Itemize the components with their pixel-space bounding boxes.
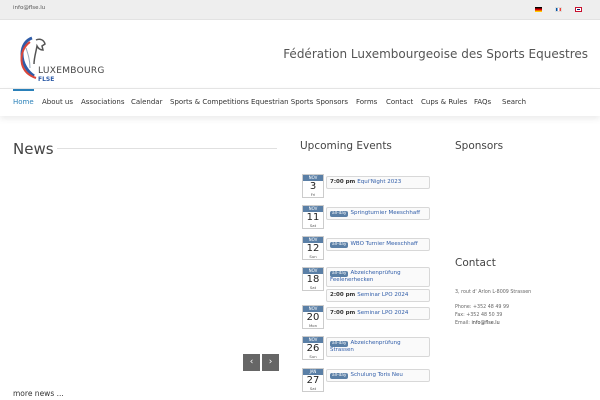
event-item[interactable]: 7:00 pm Seminar LPO 2024 <box>326 307 430 320</box>
nav-item-faqs[interactable]: FAQs <box>474 98 491 106</box>
sponsors-heading: Sponsors <box>455 140 504 152</box>
site-logo[interactable]: LUXEMBOURG FLSE <box>12 34 107 94</box>
active-nav-indicator <box>13 89 34 91</box>
nav-item-search[interactable]: Search <box>502 98 526 106</box>
date-weekday: Sat <box>309 386 317 391</box>
event-item[interactable]: all-day WBO Turnier Meeschhaff <box>326 238 430 251</box>
event-title: Seminar LPO 2024 <box>357 292 409 298</box>
date-badge: NOV 26 Sun <box>302 336 324 360</box>
date-weekday: Mon <box>308 323 317 328</box>
date-weekday: Sat <box>309 285 317 290</box>
event-title: Schulung Toris Neu <box>350 372 403 378</box>
contact-address: 3, rout d' Arlon L-8009 Strassen <box>455 290 532 295</box>
event-title: WBO Turnier Meeschhaff <box>350 241 418 247</box>
event-title: Springturnier Meeschhaff <box>350 210 420 216</box>
nav-item-home[interactable]: Home <box>13 98 34 106</box>
news-slider-controls: ‹ › <box>243 354 279 371</box>
date-badge: JAN 27 Sat <box>302 368 324 392</box>
date-day: 18 <box>306 274 320 285</box>
top-bar: info@flse.lu <box>0 0 600 20</box>
logo-line-1: LUXEMBOURG <box>38 66 105 76</box>
news-heading: News <box>13 140 54 158</box>
event-item[interactable]: all-day Schulung Toris Neu <box>326 369 430 382</box>
nav-item-associations[interactable]: Associations <box>81 98 125 106</box>
french-flag-icon[interactable] <box>555 7 562 12</box>
nav-item-cups-rules[interactable]: Cups & Rules <box>421 98 467 106</box>
event-item[interactable]: all-day Abzeichenprüfung Feelenerhecken <box>326 267 430 287</box>
event-title: Seminar LPO 2024 <box>357 310 409 316</box>
date-badge: NOV 11 Sat <box>302 205 324 229</box>
date-weekday: Sun <box>309 254 317 259</box>
contact-phone: Phone: +352 48 49 99 <box>455 305 510 310</box>
all-day-badge: all-day <box>330 373 349 379</box>
date-day: 3 <box>309 181 317 192</box>
date-badge: NOV 20 Mon <box>302 305 324 329</box>
event-time: 7:00 pm <box>330 310 356 316</box>
event-item[interactable]: 2:00 pm Seminar LPO 2024 <box>326 289 430 302</box>
event-item[interactable]: all-day Springturnier Meeschhaff <box>326 207 430 220</box>
nav-item-about-us[interactable]: About us <box>42 98 73 106</box>
event-item[interactable]: all-day Abzeichenprüfung Strassen <box>326 337 430 357</box>
contact-email-row: Email: info@flse.lu <box>455 321 500 326</box>
event-item[interactable]: 7:00 pm Equi'Night 2023 <box>326 176 430 189</box>
date-badge: NOV 18 Sat <box>302 267 324 291</box>
contact-email-label: Email: <box>455 321 470 326</box>
slider-next-button[interactable]: › <box>262 354 279 371</box>
english-flag-icon[interactable] <box>575 7 582 12</box>
slider-prev-button[interactable]: ‹ <box>243 354 260 371</box>
main-navigation: Home About us Associations Calendar Spor… <box>0 88 600 116</box>
logo-line-2: FLSE <box>38 76 55 83</box>
more-news-link[interactable]: more news ... <box>13 389 64 398</box>
nav-item-sponsors[interactable]: Sponsors <box>316 98 348 106</box>
nav-item-forms[interactable]: Forms <box>356 98 377 106</box>
site-header: LUXEMBOURG FLSE Fédération Luxembourgeoi… <box>0 20 600 88</box>
top-email-link[interactable]: info@flse.lu <box>13 5 45 11</box>
contact-email-link[interactable]: info@flse.lu <box>471 321 499 326</box>
all-day-badge: all-day <box>330 211 349 217</box>
event-title: Equi'Night 2023 <box>357 179 402 185</box>
date-day: 11 <box>306 212 320 223</box>
nav-item-sports-competitions[interactable]: Sports & Competitions <box>170 98 249 106</box>
german-flag-icon[interactable] <box>535 7 542 12</box>
date-badge: NOV 12 Sun <box>302 236 324 260</box>
event-time: 2:00 pm <box>330 292 356 298</box>
date-day: 12 <box>306 243 320 254</box>
date-weekday: Sun <box>309 354 317 359</box>
language-switcher <box>535 7 582 12</box>
date-day: 27 <box>306 375 320 386</box>
nav-item-equestrian-sports[interactable]: Equestrian Sports <box>251 98 313 106</box>
contact-heading: Contact <box>455 257 496 269</box>
nav-item-contact[interactable]: Contact <box>386 98 413 106</box>
date-weekday: Sat <box>309 223 317 228</box>
event-time: 7:00 pm <box>330 179 356 185</box>
nav-item-calendar[interactable]: Calendar <box>131 98 162 106</box>
date-weekday: Fri <box>310 192 316 197</box>
date-day: 20 <box>306 312 320 323</box>
contact-fax: Fax: +352 48 50 39 <box>455 313 503 318</box>
site-title: Fédération Luxembourgeoise des Sports Eq… <box>283 47 588 61</box>
date-day: 26 <box>306 343 320 354</box>
all-day-badge: all-day <box>330 242 349 248</box>
upcoming-events-heading: Upcoming Events <box>300 140 392 152</box>
date-badge: NOV 3 Fri <box>302 174 324 198</box>
news-heading-divider <box>57 148 277 149</box>
